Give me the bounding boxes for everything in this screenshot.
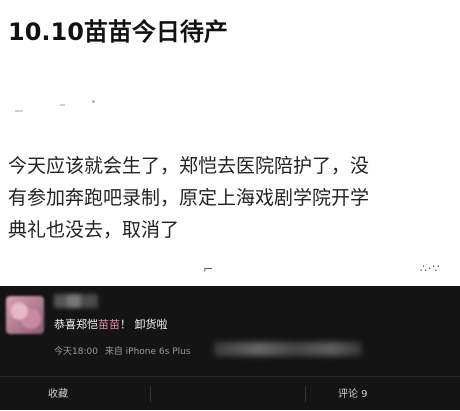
- username-blurred[interactable]: [54, 294, 98, 308]
- post-time: 今天18:00: [54, 347, 98, 357]
- favorite-button[interactable]: 收藏: [48, 385, 68, 400]
- comment-button[interactable]: 评论 9: [338, 385, 368, 400]
- image-speck: [15, 110, 23, 112]
- action-bar: 收藏 评论 9: [0, 376, 460, 411]
- image-speck: [92, 100, 95, 103]
- divider: [305, 386, 306, 402]
- post-content: 恭喜郑恺苗苗！ 卸货啦: [54, 316, 168, 332]
- image-speck: [60, 104, 65, 106]
- avatar[interactable]: [6, 296, 44, 334]
- weibo-post-card[interactable]: 恭喜郑恺苗苗！ 卸货啦 今天18:00 来自 iPhone 6s Plus 收藏…: [0, 286, 460, 410]
- post-meta: 今天18:00 来自 iPhone 6s Plus: [54, 344, 191, 357]
- headline: 10.10苗苗今日待产: [8, 18, 228, 46]
- post-text-suffix: ！ 卸货啦: [120, 318, 168, 331]
- article-body: 今天应该就会生了，郑恺去医院陪护了，没 有参加奔跑吧录制，原定上海戏剧学院开学 …: [8, 155, 370, 241]
- post-text-prefix: 恭喜郑恺: [54, 318, 98, 331]
- post-source: 来自 iPhone 6s Plus: [104, 347, 191, 357]
- blurred-region: [214, 342, 362, 356]
- divider: [150, 386, 151, 402]
- corner-artifact-icon: ∴·∵: [420, 262, 441, 275]
- cursor-artifact-icon: ⌐: [203, 262, 214, 276]
- post-text-mention[interactable]: 苗苗: [98, 318, 120, 331]
